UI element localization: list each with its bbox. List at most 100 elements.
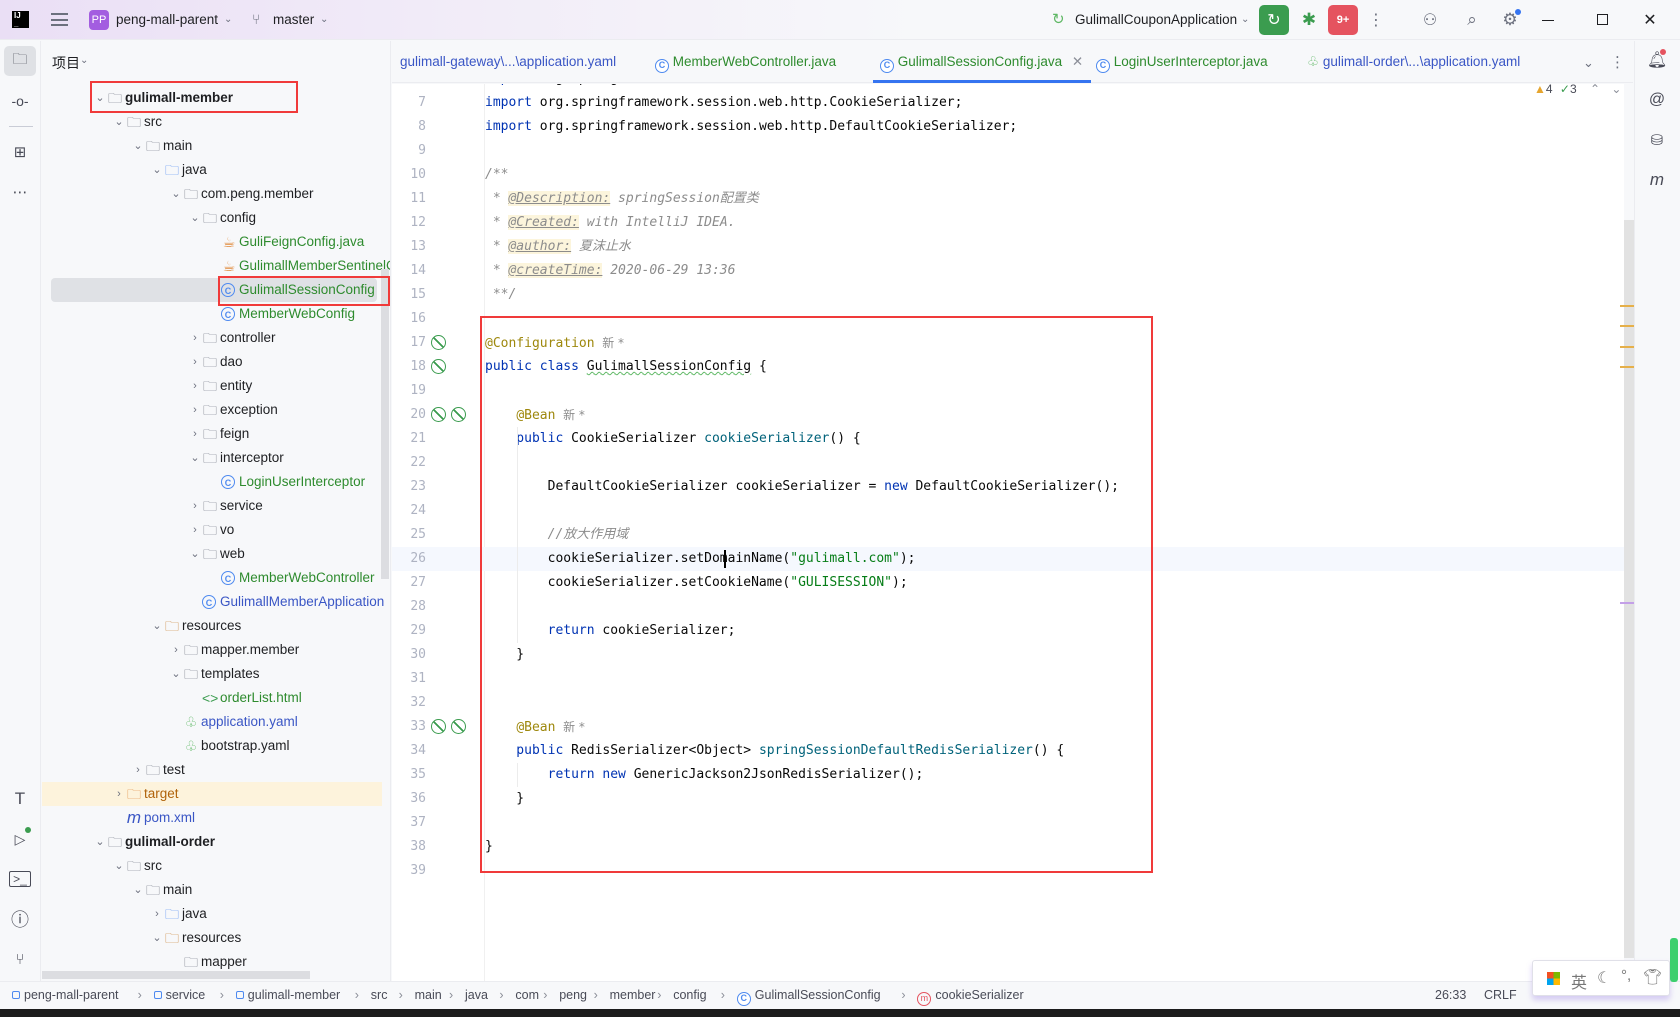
- tree-item[interactable]: ♧ bootstrap.yaml: [42, 734, 382, 758]
- chevron-right-icon[interactable]: ›: [188, 494, 202, 518]
- editor-vertical-scrollbar[interactable]: [1624, 220, 1634, 958]
- code-line[interactable]: 14 * @createTime: 2020-06-29 13:36: [392, 259, 1624, 283]
- code-line[interactable]: 13 * @author: 夏沫止水: [392, 235, 1624, 259]
- project-name[interactable]: peng-mall-parent: [116, 12, 218, 27]
- ime-language-toggle[interactable]: 英: [1571, 969, 1587, 993]
- tab-order-application-yaml[interactable]: ♧ gulimall-order\...\application.yaml: [1307, 41, 1520, 83]
- tree-item[interactable]: ⌄ 🗀 templates: [42, 662, 382, 686]
- minimize-button[interactable]: [1542, 20, 1554, 21]
- moon-icon[interactable]: ☾: [1597, 968, 1611, 988]
- chevron-down-icon[interactable]: ⌄: [150, 614, 164, 638]
- breadcrumb-item[interactable]: config: [673, 988, 706, 1002]
- notifications-bell-icon[interactable]: 🔔︎: [1643, 47, 1671, 73]
- warning-marker[interactable]: [1620, 325, 1634, 327]
- tree-item[interactable]: ⌄ 🗀 resources: [42, 614, 382, 638]
- spring-config-icon[interactable]: [451, 407, 466, 422]
- chevron-right-icon[interactable]: ›: [169, 638, 183, 662]
- tree-item[interactable]: ⌄ 🗀 java: [42, 158, 382, 182]
- chevron-down-icon[interactable]: ⌄: [169, 182, 183, 206]
- chevron-down-icon[interactable]: ⌄: [131, 134, 145, 158]
- chevron-right-icon[interactable]: ›: [188, 350, 202, 374]
- spring-config-icon[interactable]: [451, 719, 466, 734]
- tree-item[interactable]: › 🗀 java: [42, 902, 382, 926]
- intellij-logo-icon[interactable]: IJ _: [12, 11, 29, 28]
- chevron-down-icon[interactable]: ⌄: [93, 830, 107, 854]
- line-separator[interactable]: CRLF: [1484, 988, 1517, 1002]
- tree-item[interactable]: › 🗀 entity: [42, 374, 382, 398]
- code-line[interactable]: 11 * @Description: springSession配置类: [392, 187, 1624, 211]
- chevron-down-icon[interactable]: ⌄: [169, 662, 183, 686]
- tree-item[interactable]: › 🗀 dao: [42, 350, 382, 374]
- code-line[interactable]: 7 import org.springframework.session.web.…: [392, 91, 1624, 115]
- tree-item[interactable]: ⌄ 🗀 com.peng.member: [42, 182, 382, 206]
- code-line[interactable]: 9: [392, 139, 1624, 163]
- chevron-right-icon[interactable]: ›: [188, 518, 202, 542]
- more-tools-icon[interactable]: ⋯: [4, 179, 36, 205]
- chevron-down-icon[interactable]: ⌄: [131, 878, 145, 902]
- tree-item[interactable]: ☕︎GulimallMemberSentinelConfig: [42, 254, 390, 278]
- maximize-button[interactable]: [1597, 14, 1608, 25]
- tree-item[interactable]: › 🗀 test: [42, 758, 382, 782]
- tree-item[interactable]: ⌄ 🗀 resources: [42, 926, 382, 950]
- problems-icon[interactable]: ⓘ: [4, 906, 36, 932]
- tree-item[interactable]: ⌄ 🗀 web: [42, 542, 382, 566]
- spring-bean-icon[interactable]: [431, 719, 446, 734]
- tree-item[interactable]: C GulimallMemberApplication: [42, 590, 384, 614]
- terminal-icon[interactable]: >_: [4, 866, 36, 892]
- chevron-down-icon[interactable]: ⌄: [188, 206, 202, 230]
- project-panel-title[interactable]: 项目: [52, 53, 80, 73]
- chevron-down-icon[interactable]: ⌄: [112, 854, 126, 878]
- breadcrumb-item[interactable]: src: [371, 988, 388, 1002]
- breadcrumb-item[interactable]: java: [465, 988, 488, 1002]
- stop-button[interactable]: 9+: [1328, 5, 1358, 35]
- inspection-widget[interactable]: ▲4 ✓3 ⌃ ⌄: [1534, 84, 1621, 96]
- next-highlight-icon[interactable]: ⌄: [1611, 84, 1621, 96]
- breadcrumb-item[interactable]: main: [415, 988, 442, 1002]
- tab-gateway-application-yaml[interactable]: gulimall-gateway\...\application.yaml: [400, 41, 616, 83]
- close-window-button[interactable]: ✕: [1640, 8, 1660, 32]
- main-menu-icon[interactable]: [51, 13, 68, 26]
- tab-login-user-interceptor[interactable]: C LoginUserInterceptor.java: [1096, 41, 1268, 83]
- rerun-button[interactable]: ↻: [1259, 5, 1289, 35]
- breadcrumb-item[interactable]: com: [515, 988, 539, 1002]
- tree-item[interactable]: ♧ application.yaml: [42, 710, 382, 734]
- tree-item[interactable]: ⌄ 🗀 main: [42, 878, 382, 902]
- tree-item[interactable]: m pom.xml: [42, 806, 382, 830]
- tree-item[interactable]: › 🗀 controller: [42, 326, 382, 350]
- prev-highlight-icon[interactable]: ⌃: [1590, 84, 1600, 96]
- ime-toolbar[interactable]: 英 ☾ °, 👕︎: [1532, 960, 1670, 996]
- caret-position[interactable]: 26:33: [1435, 988, 1466, 1002]
- tree-vertical-scrollbar[interactable]: [381, 269, 389, 579]
- tree-horizontal-scrollbar[interactable]: [42, 971, 310, 979]
- chevron-right-icon[interactable]: ›: [188, 326, 202, 350]
- chevron-right-icon[interactable]: ›: [131, 758, 145, 782]
- branch-name[interactable]: master: [273, 12, 314, 27]
- chevron-right-icon[interactable]: ›: [188, 374, 202, 398]
- tree-item[interactable]: C MemberWebController: [42, 566, 382, 590]
- more-icon[interactable]: ⋮: [1368, 8, 1384, 32]
- warning-marker[interactable]: [1620, 366, 1634, 368]
- structure-icon[interactable]: ⊞: [4, 139, 36, 165]
- ai-assistant-icon[interactable]: @: [1643, 87, 1671, 113]
- tree-item[interactable]: › 🗀 exception: [42, 398, 382, 422]
- tree-item[interactable]: C LoginUserInterceptor: [42, 470, 382, 494]
- tree-item[interactable]: › 🗀 mapper.member: [42, 638, 382, 662]
- chevron-right-icon[interactable]: ›: [188, 398, 202, 422]
- tree-item[interactable]: › 🗀 target: [42, 782, 382, 806]
- punctuation-icon[interactable]: °,: [1621, 967, 1631, 984]
- breadcrumb-item[interactable]: member: [610, 988, 656, 1002]
- chevron-down-icon[interactable]: ⌄: [112, 110, 126, 134]
- tree-item[interactable]: ⌄ 🗀 src: [42, 110, 382, 134]
- skin-shirt-icon[interactable]: 👕︎: [1643, 968, 1662, 986]
- code-line[interactable]: 12 * @Created: with IntelliJ IDEA.: [392, 211, 1624, 235]
- code-line[interactable]: 10 /**: [392, 163, 1624, 187]
- git-icon[interactable]: ⑂: [4, 946, 36, 972]
- chevron-right-icon[interactable]: ›: [188, 422, 202, 446]
- tree-item[interactable]: ⌄ 🗀 interceptor: [42, 446, 382, 470]
- close-tab-icon[interactable]: ✕: [1072, 54, 1083, 69]
- tree-item[interactable]: ⌄ 🗀 gulimall-order: [42, 830, 382, 854]
- chevron-down-icon[interactable]: ⌄: [188, 542, 202, 566]
- tree-item[interactable]: ☕︎ GuliFeignConfig.java: [42, 230, 382, 254]
- breadcrumb-item[interactable]: C GulimallSessionConfig: [736, 988, 881, 1006]
- spring-config-icon[interactable]: [431, 335, 446, 350]
